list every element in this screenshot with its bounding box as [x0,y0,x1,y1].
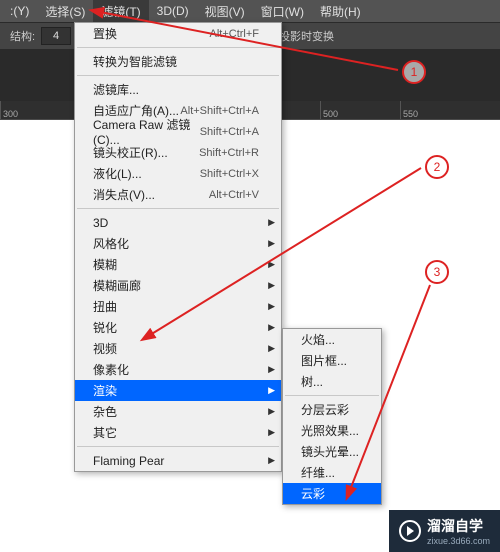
menu-label: 纤维... [301,464,335,481]
separator [77,75,279,76]
submenu-arrow-icon: ▶ [268,427,275,438]
menu-label: 扭曲 [93,298,117,315]
filter-render[interactable]: 渲染 ▶ [75,380,281,401]
menu-item-select[interactable]: 选择(S) [37,0,93,22]
filter-distort[interactable]: 扭曲 ▶ [75,296,281,317]
menu-label: 渲染 [93,382,117,399]
filter-3d[interactable]: 3D ▶ [75,212,281,233]
filter-other[interactable]: 其它 ▶ [75,422,281,443]
render-clouds[interactable]: 云彩 [283,483,381,504]
separator [77,446,279,447]
filter-blur[interactable]: 模糊 ▶ [75,254,281,275]
menu-bar: :(Y) 选择(S) 滤镜(T) 3D(D) 视图(V) 窗口(W) 帮助(H) [0,0,500,22]
callout-1: 1 [402,60,426,84]
menu-label: 图片框... [301,352,347,369]
filter-blur-gallery[interactable]: 模糊画廊 ▶ [75,275,281,296]
ruler-tick: 300 [0,101,80,119]
menu-label: 树... [301,373,323,390]
render-flame[interactable]: 火焰... [283,329,381,350]
callout-3: 3 [425,260,449,284]
menu-label: 模糊画廊 [93,277,141,294]
render-fibers[interactable]: 纤维... [283,462,381,483]
filter-stylize[interactable]: 风格化 ▶ [75,233,281,254]
ruler-tick: 550 [400,101,480,119]
menu-item-help[interactable]: 帮助(H) [312,0,369,22]
callout-2: 2 [425,155,449,179]
submenu-arrow-icon: ▶ [268,322,275,333]
menu-label: 置换 [93,25,117,42]
menu-label: 3D [93,216,108,230]
watermark-url: zixue.3d66.com [427,536,490,546]
menu-label: 模糊 [93,256,117,273]
submenu-arrow-icon: ▶ [268,455,275,466]
play-icon [399,520,421,542]
filter-pixelate[interactable]: 像素化 ▶ [75,359,281,380]
submenu-arrow-icon: ▶ [268,259,275,270]
watermark-title: 溜溜自学 [427,516,490,536]
menu-label: 其它 [93,424,117,441]
filter-gallery[interactable]: 滤镜库... [75,79,281,100]
submenu-arrow-icon: ▶ [268,301,275,312]
menu-item-3d[interactable]: 3D(D) [149,1,197,21]
filter-last[interactable]: 置换 Alt+Ctrl+F [75,23,281,44]
filter-dropdown: 置换 Alt+Ctrl+F 转换为智能滤镜 滤镜库... 自适应广角(A)...… [74,22,282,472]
menu-label: 视频 [93,340,117,357]
menu-label: 消失点(V)... [93,186,155,203]
filter-video[interactable]: 视频 ▶ [75,338,281,359]
render-lighting-effects[interactable]: 光照效果... [283,420,381,441]
menu-item-filter[interactable]: 滤镜(T) [93,0,148,22]
struct-label: 结构: [10,28,35,44]
menu-item-view[interactable]: 视图(V) [197,0,253,22]
menu-label: 锐化 [93,319,117,336]
submenu-arrow-icon: ▶ [268,385,275,396]
separator [285,395,379,396]
menu-label: 云彩 [301,485,325,502]
menu-label: 光照效果... [301,422,359,439]
submenu-arrow-icon: ▶ [268,238,275,249]
filter-noise[interactable]: 杂色 ▶ [75,401,281,422]
shadow-transform-label: 投影时变换 [279,28,334,44]
submenu-arrow-icon: ▶ [268,343,275,354]
menu-shortcut: Shift+Ctrl+R [199,147,259,159]
menu-label: 风格化 [93,235,129,252]
menu-label: 镜头校正(R)... [93,144,168,161]
menu-shortcut: Shift+Ctrl+X [200,168,259,180]
render-tree[interactable]: 树... [283,371,381,392]
struct-input[interactable] [41,27,71,45]
submenu-arrow-icon: ▶ [268,217,275,228]
menu-label: 滤镜库... [93,81,139,98]
menu-label: 镜头光晕... [301,443,359,460]
menu-shortcut: Alt+Ctrl+V [209,189,259,201]
filter-lens-correction[interactable]: 镜头校正(R)... Shift+Ctrl+R [75,142,281,163]
menu-label: 杂色 [93,403,117,420]
menu-shortcut: Shift+Ctrl+A [200,126,259,138]
ruler-tick: 500 [320,101,400,119]
menu-label: 火焰... [301,331,335,348]
menu-label: 分层云彩 [301,401,349,418]
submenu-arrow-icon: ▶ [268,406,275,417]
filter-camera-raw[interactable]: Camera Raw 滤镜(C)... Shift+Ctrl+A [75,121,281,142]
filter-convert-smart[interactable]: 转换为智能滤镜 [75,51,281,72]
render-submenu: 火焰... 图片框... 树... 分层云彩 光照效果... 镜头光晕... 纤… [282,328,382,505]
filter-sharpen[interactable]: 锐化 ▶ [75,317,281,338]
filter-vanishing-point[interactable]: 消失点(V)... Alt+Ctrl+V [75,184,281,205]
menu-label: 转换为智能滤镜 [93,53,177,70]
filter-liquify[interactable]: 液化(L)... Shift+Ctrl+X [75,163,281,184]
separator [77,208,279,209]
filter-flaming-pear[interactable]: Flaming Pear ▶ [75,450,281,471]
render-picture-frame[interactable]: 图片框... [283,350,381,371]
submenu-arrow-icon: ▶ [268,280,275,291]
separator [77,47,279,48]
menu-item-layer[interactable]: :(Y) [2,1,37,21]
menu-label: 液化(L)... [93,165,142,182]
render-lens-flare[interactable]: 镜头光晕... [283,441,381,462]
watermark: 溜溜自学 zixue.3d66.com [389,510,500,552]
menu-shortcut: Alt+Shift+Ctrl+A [180,105,259,117]
menu-shortcut: Alt+Ctrl+F [209,28,259,40]
render-difference-clouds[interactable]: 分层云彩 [283,399,381,420]
menu-label: Flaming Pear [93,454,164,468]
menu-item-window[interactable]: 窗口(W) [253,0,312,22]
menu-label: 像素化 [93,361,129,378]
submenu-arrow-icon: ▶ [268,364,275,375]
